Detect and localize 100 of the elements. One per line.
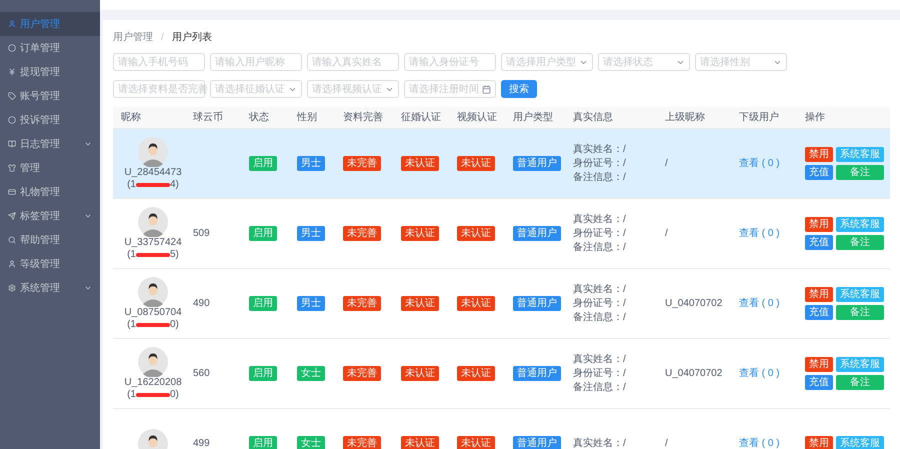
column-header: 资料完善 [343, 110, 384, 125]
shirt-icon [8, 164, 16, 172]
action-button[interactable]: 系统客服 [836, 287, 884, 302]
user-type-badge: 普通用户 [513, 226, 561, 241]
phone-text: (1 [127, 318, 136, 330]
text-field[interactable]: 请输入真实姓名 [307, 53, 399, 71]
redaction-mark [136, 392, 170, 396]
view-link[interactable]: 查看 ( 0 ) [739, 298, 780, 309]
status-badge: 启用 [249, 296, 277, 311]
action-button[interactable]: 充值 [805, 375, 833, 390]
breadcrumb-current: 用户列表 [172, 30, 212, 45]
auth-badge: 未认证 [457, 436, 495, 449]
auth-badge: 未认证 [457, 296, 495, 311]
coin-amount: 490 [193, 298, 210, 309]
column-header: 状态 [249, 110, 270, 125]
action-button[interactable]: 禁用 [805, 357, 833, 372]
sidebar-item[interactable]: 提现管理 [0, 60, 100, 84]
profile-badge: 未完善 [343, 296, 381, 311]
sidebar-item[interactable]: 用户管理 [0, 12, 100, 36]
action-button[interactable]: 充值 [805, 165, 833, 180]
view-link[interactable]: 查看 ( 0 ) [739, 368, 780, 379]
action-button[interactable]: 系统客服 [836, 357, 884, 372]
breadcrumb-link[interactable]: 用户管理 [113, 30, 153, 45]
info-line: 身份证号：/ [573, 226, 627, 240]
text-field[interactable]: 请输入手机号码 [113, 53, 205, 71]
action-button[interactable]: 禁用 [805, 217, 833, 232]
user-icon [8, 260, 16, 268]
auth-badge: 未认证 [401, 436, 439, 449]
info-line: 真实姓名：/ [573, 282, 627, 296]
sidebar-item[interactable]: 等级管理 [0, 252, 100, 276]
phone-text: 4) [170, 178, 179, 190]
view-link[interactable]: 查看 ( 0 ) [739, 228, 780, 239]
sidebar-item[interactable]: 帮助管理 [0, 228, 100, 252]
coin-amount: 560 [193, 368, 210, 379]
action-button[interactable]: 禁用 [805, 287, 833, 302]
phone-text: 0) [170, 318, 179, 330]
view-link[interactable]: 查看 ( 0 ) [739, 158, 780, 169]
action-button[interactable]: 充值 [805, 235, 833, 250]
search-button[interactable]: 搜索 [501, 80, 537, 98]
action-button[interactable]: 充值 [805, 305, 833, 320]
nickname: U_28454473 [124, 166, 182, 178]
parent-nickname: U_04070702 [665, 368, 722, 379]
user-type-badge: 普通用户 [513, 296, 561, 311]
action-button[interactable]: 禁用 [805, 147, 833, 162]
info-line: 备注信息：/ [573, 380, 627, 394]
info-line: 身份证号：/ [573, 366, 627, 380]
parent-nickname: / [665, 228, 668, 239]
auth-badge: 未认证 [457, 226, 495, 241]
auth-badge: 未认证 [401, 156, 439, 171]
user-type-badge: 普通用户 [513, 436, 561, 449]
action-button[interactable]: 备注 [836, 305, 884, 320]
column-header: 用户类型 [513, 110, 554, 125]
avatar-icon [138, 346, 168, 376]
profile-badge: 未完善 [343, 436, 381, 449]
user-type-badge: 普通用户 [513, 366, 561, 381]
status-badge: 启用 [249, 436, 277, 449]
breadcrumb-separator: / [161, 31, 164, 45]
phone-text: (1 [127, 178, 136, 190]
action-button[interactable]: 备注 [836, 235, 884, 250]
info-line: 备注信息：/ [573, 240, 627, 254]
settings-icon [8, 284, 16, 292]
info-line: 真实姓名：/ [573, 352, 627, 366]
column-header: 征婚认证 [401, 111, 442, 125]
table-row[interactable]: U_28454473 (1 4) 启用 男士 未完善 未认证 未认证 普通用户 真实姓名：/ 身份证号：/ 备注信息：/ / 查看 ( 0 ) 禁用 系统客服 充值 备注 [113, 129, 890, 199]
column-header: 视频认证 [457, 110, 498, 125]
sidebar-item[interactable]: 管理 [0, 156, 100, 180]
sidebar-item[interactable]: 订单管理 [0, 36, 100, 60]
action-button[interactable]: 备注 [836, 165, 884, 180]
action-button[interactable]: 备注 [836, 375, 884, 390]
column-header: 昵称 [120, 111, 142, 125]
action-button[interactable]: 系统客服 [836, 217, 884, 232]
action-button[interactable]: 系统客服 [836, 147, 884, 162]
sidebar-item[interactable]: 系统管理 [0, 276, 100, 300]
action-button[interactable]: 系统客服 [836, 436, 884, 449]
auth-badge: 未认证 [401, 226, 439, 241]
yen-icon [8, 68, 16, 76]
info-line: 备注信息：/ [573, 170, 627, 184]
parent-nickname: / [665, 438, 668, 449]
parent-nickname: / [665, 158, 668, 169]
text-field[interactable]: 请输入身份证号 [404, 53, 496, 71]
info-line: 真实姓名：/ [573, 212, 627, 226]
phone-text: 0) [170, 388, 179, 400]
action-button[interactable]: 禁用 [805, 436, 833, 449]
profile-badge: 未完善 [343, 156, 381, 171]
coin-amount: 509 [193, 228, 210, 239]
column-header: 性别 [297, 110, 318, 125]
column-header: 真实信息 [573, 110, 614, 125]
redaction-mark [136, 252, 170, 256]
gender-badge: 女士 [297, 436, 325, 449]
auth-badge: 未认证 [457, 156, 495, 171]
sidebar-item[interactable]: 礼物管理 [0, 180, 100, 204]
view-link[interactable]: 查看 ( 0 ) [739, 438, 780, 449]
gender-badge: 女士 [297, 366, 325, 381]
parent-nickname: U_04070702 [665, 298, 722, 309]
sidebar-item[interactable]: 标签管理 [0, 204, 100, 228]
sidebar-item[interactable]: 投诉管理 [0, 108, 100, 132]
sidebar-item[interactable]: 日志管理 [0, 132, 100, 156]
sidebar-item[interactable]: 账号管理 [0, 84, 100, 108]
text-field[interactable]: 请输入用户昵称 [210, 53, 302, 71]
status-badge: 启用 [249, 156, 277, 171]
